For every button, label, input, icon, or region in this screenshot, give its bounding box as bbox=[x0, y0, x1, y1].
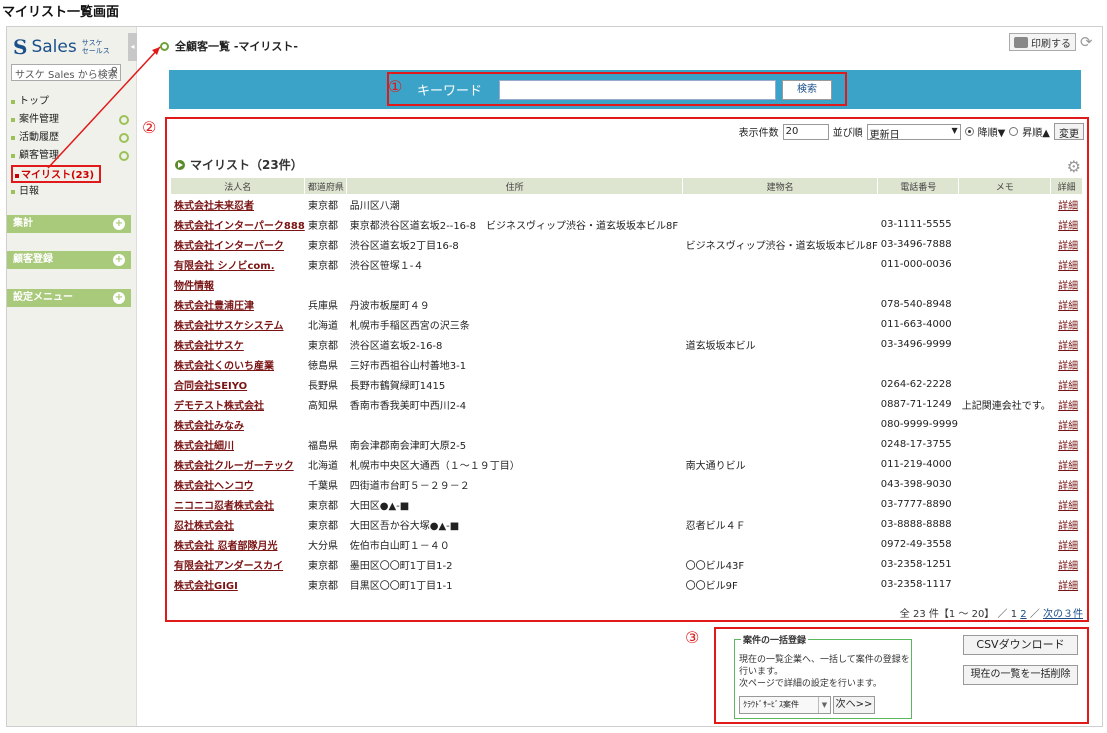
annotation-arrow bbox=[47, 46, 161, 169]
